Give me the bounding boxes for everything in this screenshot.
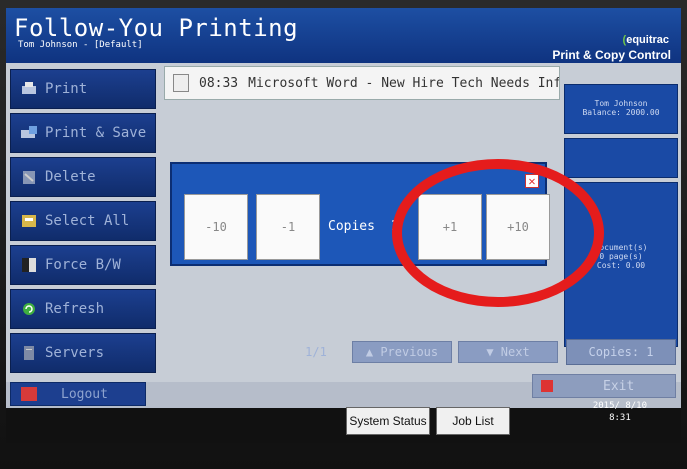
previous-label: Previous — [380, 345, 439, 359]
print-save-button[interactable]: Print & Save — [10, 113, 156, 153]
product-name: Print & Copy Control — [552, 48, 671, 62]
user-line: Tom Johnson - [Default] — [18, 40, 143, 50]
date: 2015/ 8/10 — [592, 401, 647, 411]
job-time: 08:33 — [199, 75, 239, 91]
previous-button[interactable]: ▲ Previous — [352, 341, 452, 363]
next-label: Next — [500, 345, 530, 359]
select-all-button[interactable]: Select All — [10, 201, 156, 241]
sidebar-item-label: Servers — [45, 345, 105, 361]
touch-screen: Follow-You Printing Tom Johnson - [Defau… — [6, 8, 681, 443]
document-icon — [173, 74, 189, 92]
time: 8:31 — [609, 413, 631, 423]
system-status-button[interactable]: System Status — [346, 407, 430, 435]
sidebar-item-label: Force B/W — [45, 257, 121, 273]
sidebar-item-label: Refresh — [45, 301, 105, 317]
sidebar: Print Print & Save Delete Select All For… — [6, 66, 158, 381]
logout-icon — [21, 387, 37, 401]
refresh-button[interactable]: Refresh — [10, 289, 156, 329]
servers-icon — [19, 344, 39, 362]
copies-display: Copies 1 — [328, 219, 398, 234]
force-bw-icon — [19, 256, 39, 274]
date-time-display: 2015/ 8/10 8:31 — [593, 400, 647, 424]
sidebar-item-label: Print & Save — [45, 125, 147, 141]
system-bar — [6, 408, 681, 443]
sidebar-item-label: Print — [45, 81, 88, 97]
page-indicator: 1/1 — [305, 345, 327, 359]
sidebar-item-label: Delete — [45, 169, 96, 185]
logout-button[interactable]: Logout — [10, 382, 146, 406]
account-blank-panel — [564, 138, 678, 178]
minus-10-button[interactable]: -10 — [184, 194, 248, 260]
print-icon — [19, 80, 39, 98]
delete-icon — [19, 168, 39, 186]
brand-logo: (equitrac — [622, 34, 669, 46]
print-save-icon — [19, 124, 39, 142]
job-list-button[interactable]: Job List — [436, 407, 510, 435]
minus-1-button[interactable]: -1 — [256, 194, 320, 260]
account-user: Tom Johnson — [594, 99, 648, 108]
refresh-icon — [19, 300, 39, 318]
down-arrow-icon: ▼ — [486, 345, 501, 359]
app-title: Follow-You Printing — [14, 14, 299, 42]
header-bar: Follow-You Printing Tom Johnson - [Defau… — [6, 8, 681, 63]
up-arrow-icon: ▲ — [365, 345, 381, 359]
exit-icon — [541, 380, 553, 392]
exit-label: Exit — [603, 378, 635, 394]
copies-label: Copies — [328, 219, 375, 234]
account-info: Tom Johnson Balance: 2000.00 — [564, 84, 678, 134]
job-title: Microsoft Word - New Hire Tech Needs Inf… — [248, 75, 559, 91]
print-button[interactable]: Print — [10, 69, 156, 109]
servers-button[interactable]: Servers — [10, 333, 156, 373]
copies-button[interactable]: Copies: 1 — [566, 339, 676, 365]
exit-button[interactable]: Exit — [532, 374, 676, 398]
next-button[interactable]: ▼ Next — [458, 341, 558, 363]
select-all-icon — [19, 212, 39, 230]
sidebar-item-label: Select All — [45, 213, 130, 229]
force-bw-button[interactable]: Force B/W — [10, 245, 156, 285]
delete-button[interactable]: Delete — [10, 157, 156, 197]
account-balance: Balance: 2000.00 — [582, 108, 660, 117]
logout-label: Logout — [61, 386, 108, 402]
job-list-row[interactable]: 08:33 Microsoft Word - New Hire Tech Nee… — [164, 66, 560, 100]
red-circle-annotation — [392, 159, 604, 307]
